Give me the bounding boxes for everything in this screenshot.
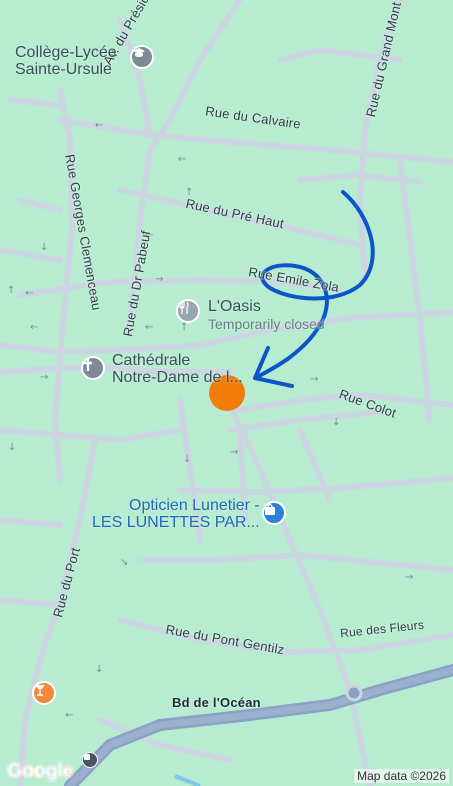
svg-text:↓: ↓ bbox=[40, 242, 48, 253]
shopping-bag-icon[interactable] bbox=[262, 501, 286, 525]
svg-text:↓: ↓ bbox=[8, 442, 16, 453]
svg-text:→: → bbox=[230, 447, 238, 458]
school-icon[interactable] bbox=[130, 45, 154, 69]
svg-text:→: → bbox=[40, 372, 48, 383]
restaurant-icon[interactable] bbox=[176, 299, 200, 323]
svg-text:←: ← bbox=[30, 322, 38, 333]
poi-opticien-line1: Opticien Lunetier - bbox=[129, 497, 260, 514]
poi-college-name[interactable]: Collège-Lycée Sainte-Ursule bbox=[15, 44, 117, 78]
svg-text:←: ← bbox=[25, 288, 33, 299]
poi-cathedral-line1: Cathédrale bbox=[112, 352, 191, 369]
cocktail-icon[interactable] bbox=[32, 681, 56, 705]
svg-text:←: ← bbox=[145, 322, 153, 333]
svg-text:←: ← bbox=[178, 154, 186, 165]
poi-opticien-line2: LES LUNETTES PAR... bbox=[92, 514, 260, 531]
svg-text:↓: ↓ bbox=[183, 454, 191, 465]
svg-text:↓: ↓ bbox=[95, 664, 103, 675]
google-logo-text: Google bbox=[7, 760, 73, 782]
poi-oasis-status: Temporarily closed bbox=[208, 316, 325, 332]
svg-text:→: → bbox=[405, 572, 413, 583]
poi-college-line1: Collège-Lycée bbox=[15, 44, 117, 61]
svg-text:↓: ↓ bbox=[332, 417, 340, 428]
poi-cathedral-line2: Notre-Dame de l... bbox=[112, 369, 243, 386]
map-attribution[interactable]: Map data ©2026 bbox=[354, 769, 449, 783]
svg-text:↑: ↑ bbox=[180, 322, 188, 333]
svg-text:←: ← bbox=[65, 710, 73, 721]
svg-text:→: → bbox=[155, 274, 163, 285]
poi-college-line2: Sainte-Ursule bbox=[15, 61, 112, 78]
bus-icon[interactable] bbox=[82, 752, 98, 768]
street-label-ocean: Bd de l'Océan bbox=[172, 695, 261, 710]
svg-text:←: ← bbox=[95, 120, 103, 131]
poi-cathedral-name[interactable]: Cathédrale Notre-Dame de l... bbox=[112, 352, 243, 386]
google-logo: Google bbox=[7, 760, 73, 783]
svg-text:↑: ↑ bbox=[7, 285, 15, 296]
svg-text:→: → bbox=[310, 374, 318, 385]
poi-opticien-name[interactable]: Opticien Lunetier - LES LUNETTES PAR... bbox=[92, 497, 260, 531]
poi-oasis-name[interactable]: L'Oasis bbox=[208, 298, 261, 315]
church-icon[interactable] bbox=[81, 356, 105, 380]
map-canvas[interactable]: ← ← ↑ ← ↓ ↑ ← → → ↑ ← ← → → ↓ → ↓ ↓ ↘ → … bbox=[0, 0, 453, 786]
svg-text:↘: ↘ bbox=[120, 557, 128, 568]
